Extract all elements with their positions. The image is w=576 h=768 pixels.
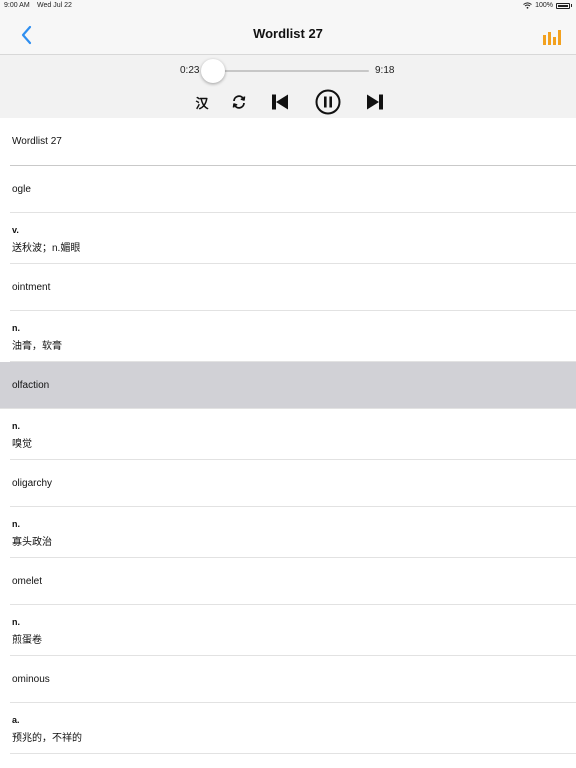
word-meaning: 寡头政治 <box>12 537 52 548</box>
word-row[interactable]: ominous <box>10 656 576 703</box>
part-of-speech: a. <box>12 715 20 725</box>
battery-percent: 100% <box>535 2 553 9</box>
battery-icon <box>556 2 570 9</box>
word-text: ointment <box>12 282 51 293</box>
word-meaning: 煎蛋卷 <box>12 635 42 646</box>
list-header-title: Wordlist 27 <box>12 136 62 147</box>
word-text: olfaction <box>12 380 50 391</box>
skip-forward-icon <box>367 94 383 110</box>
definition-row[interactable]: n. 嗅觉 <box>10 409 576 460</box>
page-title: Wordlist 27 <box>253 26 323 41</box>
word-row[interactable]: omelet <box>10 558 576 605</box>
part-of-speech: n. <box>12 617 20 627</box>
word-meaning: 油膏，软膏 <box>12 341 62 352</box>
status-right: 100% <box>523 2 572 9</box>
definition-row[interactable]: n. 油膏，软膏 <box>10 311 576 362</box>
slider-thumb[interactable] <box>201 59 226 83</box>
skip-back-icon <box>272 94 288 110</box>
audio-player: 0:23 9:18 汉 <box>0 55 576 118</box>
definition-row[interactable]: n. 寡头政治 <box>10 507 576 558</box>
current-time: 0:23 <box>180 65 200 76</box>
word-row[interactable]: ointment <box>10 264 576 311</box>
word-list: Wordlist 27 ogle v. 送秋波；n.媚眼 ointment n. 油膏，软… <box>0 118 576 768</box>
pause-icon <box>315 89 341 115</box>
pause-button[interactable] <box>315 89 341 115</box>
word-row[interactable]: olfaction <box>0 362 576 409</box>
word-row[interactable]: ogle <box>10 166 576 213</box>
word-meaning: 送秋波；n.媚眼 <box>12 243 81 254</box>
word-row[interactable]: oligarchy <box>10 460 576 507</box>
chevron-left-icon <box>21 25 32 45</box>
total-time: 9:18 <box>375 65 395 76</box>
previous-button[interactable] <box>270 92 290 112</box>
definition-row[interactable]: v. 送秋波；n.媚眼 <box>10 213 576 264</box>
status-time: 9:00 AM <box>4 2 30 9</box>
list-header: Wordlist 27 <box>10 118 576 166</box>
word-text: ominous <box>12 674 50 685</box>
word-text: ogle <box>12 184 31 195</box>
word-meaning: 嗅觉 <box>12 439 32 450</box>
progress-slider[interactable] <box>207 70 369 72</box>
definition-row[interactable]: n. 煎蛋卷 <box>10 605 576 656</box>
word-text: omelet <box>12 576 43 587</box>
repeat-button[interactable] <box>229 92 249 112</box>
back-button[interactable] <box>18 24 38 46</box>
part-of-speech: n. <box>12 519 20 529</box>
word-meaning: 预兆的，不祥的 <box>12 733 82 744</box>
part-of-speech: n. <box>12 323 20 333</box>
language-toggle-button[interactable]: 汉 <box>192 92 212 112</box>
word-text: oligarchy <box>12 478 53 489</box>
repeat-icon <box>232 95 246 109</box>
status-bar: 9:00 AM Wed Jul 22 100% <box>0 0 576 12</box>
part-of-speech: v. <box>12 225 19 235</box>
definition-row[interactable]: a. 预兆的，不祥的 <box>10 703 576 754</box>
word-entries: ogle v. 送秋波；n.媚眼 ointment n. 油膏，软膏 olfaction n.… <box>0 166 576 754</box>
navigation-bar: Wordlist 27 <box>0 12 576 55</box>
battery-tip <box>571 4 572 7</box>
wifi-icon <box>523 2 532 9</box>
next-button[interactable] <box>365 92 385 112</box>
part-of-speech: n. <box>12 421 20 431</box>
stats-button[interactable] <box>542 28 562 46</box>
bar-chart-icon <box>543 30 561 45</box>
status-date: Wed Jul 22 <box>37 2 72 9</box>
